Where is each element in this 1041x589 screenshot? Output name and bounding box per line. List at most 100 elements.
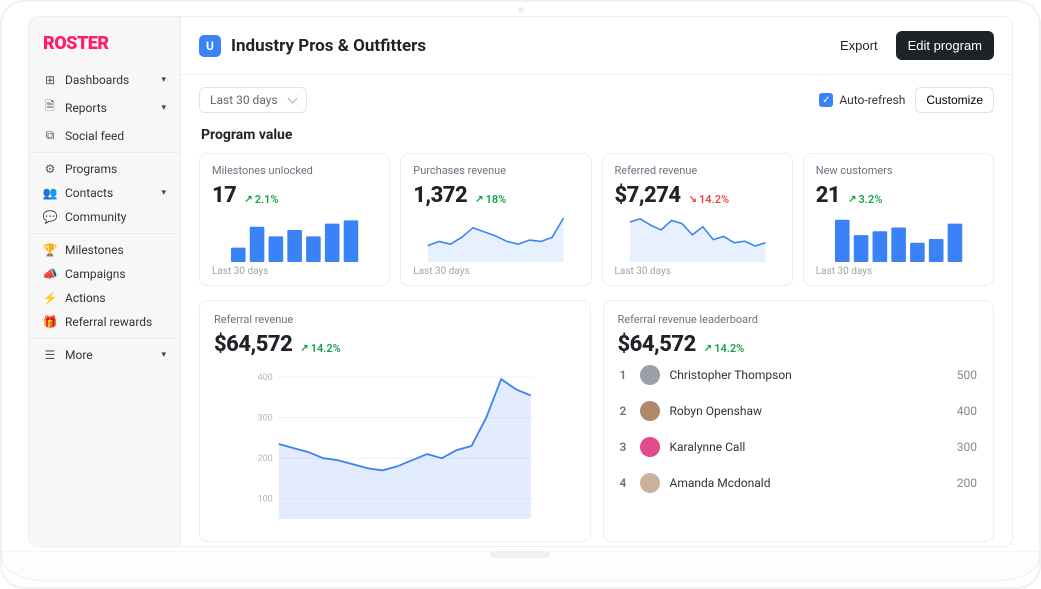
rank: 3 bbox=[620, 440, 630, 454]
sidebar-item-label: Milestones bbox=[65, 243, 124, 257]
kpi-trend: ↗18% bbox=[475, 193, 506, 206]
dashboards-icon: ⊞ bbox=[43, 73, 57, 87]
sidebar-item-social-feed[interactable]: ⧉ Social feed bbox=[29, 123, 180, 148]
avatar bbox=[640, 401, 660, 421]
svg-text:200: 200 bbox=[258, 454, 273, 464]
kpi-value: 17 bbox=[212, 183, 236, 208]
arrow-up-icon: ↗ bbox=[704, 343, 712, 354]
main: U Industry Pros & Outfitters Export Edit… bbox=[181, 17, 1012, 546]
leaderboard-row[interactable]: 4 Amanda Mcdonald 200 bbox=[618, 465, 980, 501]
edit-program-button[interactable]: Edit program bbox=[896, 31, 994, 60]
kpi-footer: Last 30 days bbox=[615, 266, 780, 277]
kpi-footer: Last 30 days bbox=[212, 266, 377, 277]
kpi-label: Purchases revenue bbox=[413, 164, 578, 177]
logo: ROSTER bbox=[29, 33, 180, 64]
auto-refresh-label: Auto-refresh bbox=[839, 93, 905, 107]
kpi-card-referred-revenue[interactable]: Referred revenue $7,274 ↘14.2% Last 30 d… bbox=[602, 153, 793, 286]
export-button[interactable]: Export bbox=[832, 32, 886, 59]
kpi-value: $7,274 bbox=[615, 183, 681, 208]
chevron-down-icon: ▾ bbox=[161, 75, 166, 85]
sidebar-item-label: Referral rewards bbox=[65, 315, 152, 329]
topbar: U Industry Pros & Outfitters Export Edit… bbox=[181, 17, 1012, 75]
kpi-label: New customers bbox=[816, 164, 981, 177]
leaderboard-score: 400 bbox=[957, 404, 977, 418]
kpi-card-purchases-revenue[interactable]: Purchases revenue 1,372 ↗18% Last 30 day… bbox=[400, 153, 591, 286]
kpi-label: Milestones unlocked bbox=[212, 164, 377, 177]
kpi-footer: Last 30 days bbox=[413, 266, 578, 277]
page-title: Industry Pros & Outfitters bbox=[231, 36, 822, 56]
date-range-select[interactable]: Last 30 days bbox=[199, 87, 307, 113]
leaderboard-trend: ↗ 14.2% bbox=[704, 342, 745, 355]
rank: 4 bbox=[620, 476, 630, 490]
sidebar-item-reports[interactable]: 🗎Reports▾ bbox=[29, 92, 180, 123]
kpi-footer: Last 30 days bbox=[816, 266, 981, 277]
leaderboard-card: Referral revenue leaderboard $64,572 ↗ 1… bbox=[603, 300, 995, 542]
leaderboard-score: 200 bbox=[957, 476, 977, 490]
kpi-cards: Milestones unlocked 17 ↗2.1% Last 30 day… bbox=[199, 153, 994, 286]
svg-text:400: 400 bbox=[258, 373, 273, 383]
leaderboard-name: Christopher Thompson bbox=[670, 368, 947, 382]
sidebar-item-label: Reports bbox=[65, 101, 107, 115]
chevron-down-icon: ▾ bbox=[161, 103, 166, 113]
avatar bbox=[640, 473, 660, 493]
sidebar-item-programs[interactable]: ⚙ Programs bbox=[29, 157, 180, 181]
camera-dot bbox=[518, 7, 524, 13]
sidebar-item-label: Actions bbox=[65, 291, 106, 305]
sidebar-item-label: More bbox=[65, 348, 93, 362]
sidebar-item-milestones[interactable]: 🏆 Milestones bbox=[29, 238, 180, 262]
kpi-value: 21 bbox=[816, 183, 840, 208]
sidebar-item-label: Programs bbox=[65, 162, 117, 176]
contacts-icon: 👥 bbox=[43, 186, 57, 200]
sidebar-item-label: Social feed bbox=[65, 129, 124, 143]
kpi-trend: ↘14.2% bbox=[689, 193, 730, 206]
laptop-base bbox=[2, 551, 1039, 587]
referral-revenue-card: Referral revenue $64,572 ↗ 14.2% 100 200 3… bbox=[199, 300, 591, 542]
kpi-card-new-customers[interactable]: New customers 21 ↗3.2% Last 30 days bbox=[803, 153, 994, 286]
sidebar-item-referral-rewards[interactable]: 🎁Referral rewards bbox=[29, 310, 180, 334]
checkmark-icon: ✓ bbox=[819, 93, 833, 107]
sidebar-item-campaigns[interactable]: 📣Campaigns bbox=[29, 262, 180, 286]
leaderboard-row[interactable]: 2 Robyn Openshaw 400 bbox=[618, 393, 980, 429]
leaderboard-row[interactable]: 3 Karalynne Call 300 bbox=[618, 429, 980, 465]
milestones-icon: 🏆 bbox=[43, 243, 57, 257]
arrow-down-icon: ↘ bbox=[689, 194, 697, 205]
content: Program value Milestones unlocked 17 ↗2.… bbox=[181, 121, 1012, 546]
community-icon: 💬 bbox=[43, 210, 57, 224]
rank: 2 bbox=[620, 404, 630, 418]
leaderboard-value: $64,572 bbox=[618, 332, 696, 357]
sidebar-item-dashboards[interactable]: ⊞ Dashboards ▾ bbox=[29, 68, 180, 92]
referral-chart: 100 200 300 400 bbox=[214, 365, 576, 525]
social-feed-icon: ⧉ bbox=[43, 128, 57, 143]
sidebar-item-contacts[interactable]: 👥 Contacts ▾ bbox=[29, 181, 180, 205]
leaderboard-name: Karalynne Call bbox=[670, 440, 947, 454]
sidebar-item-label: Contacts bbox=[65, 186, 113, 200]
leaderboard-score: 300 bbox=[957, 440, 977, 454]
leaderboard-name: Robyn Openshaw bbox=[670, 404, 947, 418]
kpi-value: 1,372 bbox=[413, 183, 467, 208]
kpi-card-milestones-unlocked[interactable]: Milestones unlocked 17 ↗2.1% Last 30 day… bbox=[199, 153, 390, 286]
sidebar-item-community[interactable]: 💬 Community bbox=[29, 205, 180, 229]
program-icon: U bbox=[199, 35, 221, 57]
customize-button[interactable]: Customize bbox=[915, 87, 994, 113]
referral-value: $64,572 bbox=[214, 332, 292, 357]
arrow-up-icon: ↗ bbox=[244, 194, 252, 205]
chevron-down-icon: ▾ bbox=[161, 350, 166, 360]
sidebar-item-label: Dashboards bbox=[65, 73, 129, 87]
rank: 1 bbox=[620, 368, 630, 382]
sidebar-item-actions[interactable]: ⚡Actions bbox=[29, 286, 180, 310]
program-value-title: Program value bbox=[201, 127, 994, 143]
referral-title: Referral revenue bbox=[214, 313, 576, 326]
avatar bbox=[640, 437, 660, 457]
svg-text:100: 100 bbox=[258, 495, 273, 505]
sidebar-item-label: Community bbox=[65, 210, 126, 224]
referral-trend: ↗ 14.2% bbox=[300, 342, 341, 355]
sidebar-item-more[interactable]: ☰More▾ bbox=[29, 343, 180, 367]
arrow-up-icon: ↗ bbox=[848, 194, 856, 205]
programs-icon: ⚙ bbox=[43, 162, 57, 176]
leaderboard-name: Amanda Mcdonald bbox=[670, 476, 947, 490]
auto-refresh-toggle[interactable]: ✓ Auto-refresh bbox=[819, 93, 905, 107]
kpi-label: Referred revenue bbox=[615, 164, 780, 177]
svg-text:300: 300 bbox=[258, 414, 273, 424]
chevron-down-icon: ▾ bbox=[161, 188, 166, 198]
leaderboard-row[interactable]: 1 Christopher Thompson 500 bbox=[618, 357, 980, 393]
